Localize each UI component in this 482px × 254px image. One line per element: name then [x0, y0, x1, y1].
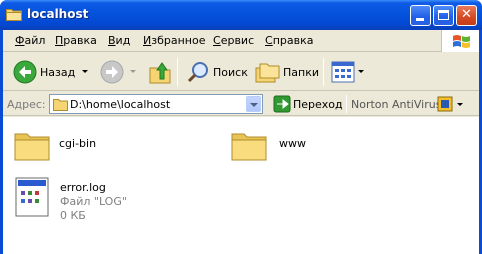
address-dropdown-button[interactable]: [246, 96, 261, 112]
menu-bar: Файл Правка Вид Избранное Сервис Справка: [3, 30, 479, 52]
menu-tools[interactable]: Сервис: [213, 34, 254, 47]
toolbar: Назад Поиск Папки: [3, 53, 479, 91]
norton-dropdown-icon[interactable]: [457, 103, 463, 106]
search-button[interactable]: Поиск: [213, 66, 248, 79]
windows-logo: [441, 30, 479, 52]
back-button[interactable]: Назад: [40, 66, 75, 79]
maximize-button[interactable]: [433, 5, 454, 26]
folder-icon: [53, 99, 68, 111]
search-icon[interactable]: [187, 60, 211, 84]
folders-icon[interactable]: [255, 60, 281, 84]
toolbar-separator: [177, 58, 178, 86]
file-name[interactable]: cgi-bin: [59, 137, 96, 150]
close-button[interactable]: ✕: [456, 5, 477, 26]
forward-dropdown-icon[interactable]: [130, 70, 136, 73]
minimize-icon: [416, 18, 424, 21]
close-icon: ✕: [461, 7, 472, 22]
folder-icon[interactable]: [230, 126, 268, 162]
maximize-icon: [438, 10, 449, 20]
windows-flag-icon: [453, 35, 470, 48]
file-type: Файл "LOG": [60, 195, 127, 208]
folders-button[interactable]: Папки: [283, 66, 319, 79]
address-bar: Адрес: D:\home\localhost Переход Norton …: [3, 92, 479, 116]
back-arrow-icon[interactable]: [13, 60, 37, 84]
views-icon[interactable]: [331, 61, 355, 83]
norton-icon[interactable]: [437, 96, 453, 112]
menu-help[interactable]: Справка: [265, 34, 313, 47]
address-input[interactable]: D:\home\localhost: [70, 98, 170, 111]
folder-icon: [6, 9, 22, 21]
go-button[interactable]: Переход: [293, 98, 343, 111]
file-name[interactable]: error.log: [60, 181, 106, 194]
go-arrow-icon[interactable]: [273, 95, 291, 113]
toolbar-separator: [346, 95, 347, 113]
views-dropdown-icon[interactable]: [358, 70, 364, 73]
minimize-button[interactable]: [410, 5, 431, 26]
forward-arrow-icon[interactable]: [100, 60, 124, 84]
address-label: Адрес:: [7, 98, 46, 111]
explorer-window: localhost ✕ Файл Правка Вид Избранное Се…: [0, 0, 482, 254]
window-title: localhost: [27, 7, 89, 21]
file-size: 0 КБ: [60, 209, 86, 222]
norton-antivirus-label[interactable]: Norton AntiVirus: [351, 98, 441, 111]
file-name[interactable]: www: [279, 137, 306, 150]
window-client-area: Файл Правка Вид Избранное Сервис Справка…: [3, 30, 479, 254]
menu-edit[interactable]: Правка: [55, 34, 97, 47]
toolbar-separator: [323, 58, 324, 86]
up-folder-icon[interactable]: [148, 59, 172, 85]
menu-view[interactable]: Вид: [108, 34, 130, 47]
folder-icon[interactable]: [13, 126, 51, 162]
title-bar[interactable]: localhost ✕: [0, 0, 482, 30]
back-dropdown-icon[interactable]: [82, 70, 88, 73]
menu-file[interactable]: Файл: [15, 34, 45, 47]
menu-favorites[interactable]: Избранное: [143, 34, 205, 47]
file-list: cgi-bin www error.log Файл "LOG" 0 КБ: [3, 117, 479, 254]
log-file-icon[interactable]: [15, 177, 49, 217]
address-field[interactable]: D:\home\localhost: [49, 94, 263, 114]
